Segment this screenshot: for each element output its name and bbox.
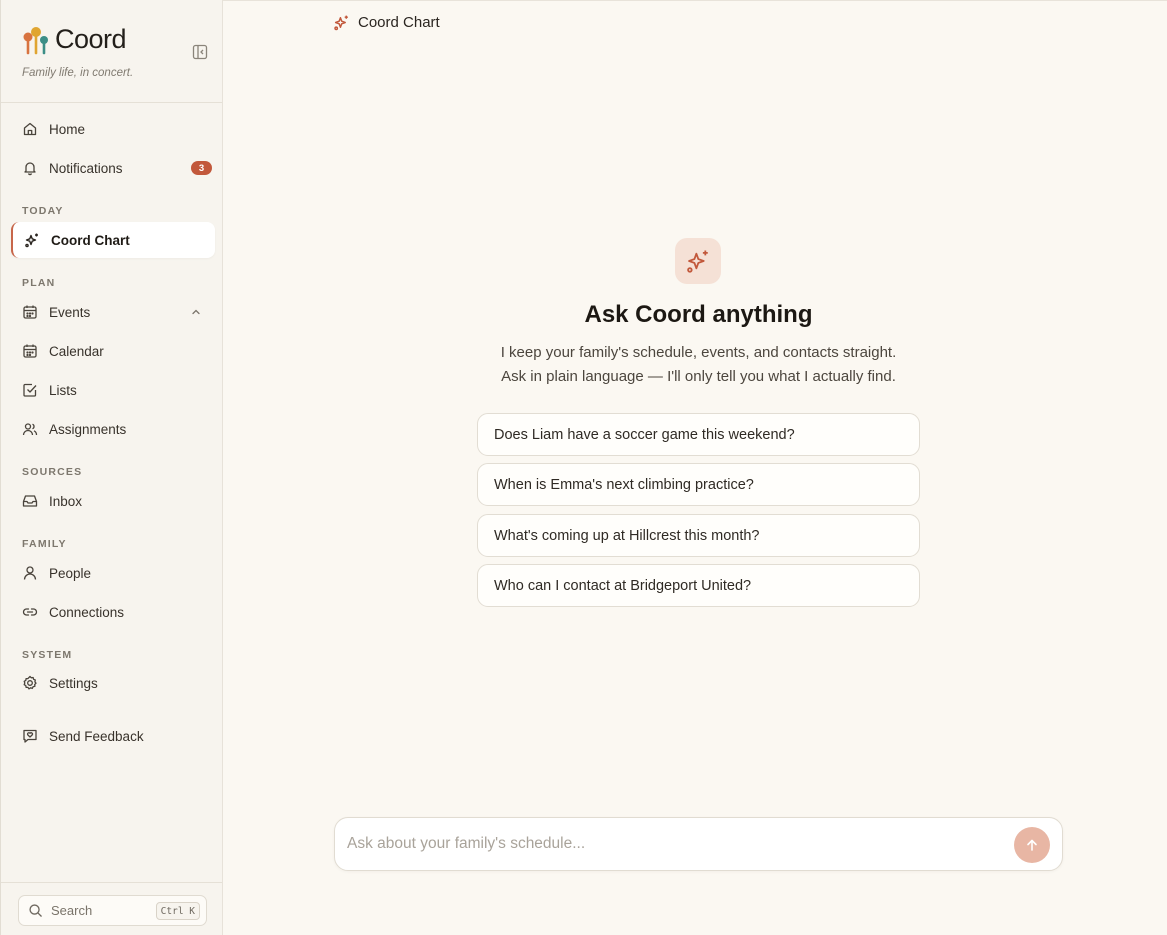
- search-icon: [29, 904, 42, 917]
- suggestion-button[interactable]: Does Liam have a soccer game this weeken…: [477, 413, 920, 456]
- app: Coord Family life, in concert. Home Home…: [0, 0, 1167, 935]
- sidebar-item-label: Lists: [49, 382, 77, 398]
- page-title: Coord Chart: [358, 14, 440, 31]
- sidebar-item-assignments[interactable]: Assignments: [11, 411, 215, 447]
- hero-subtitle-line-2: Ask in plain language — I'll only tell y…: [501, 368, 896, 385]
- section-label-family: FAMILY: [22, 538, 67, 550]
- send-button[interactable]: [1014, 827, 1050, 863]
- sparkles-icon: [687, 250, 708, 273]
- section-label-plan: PLAN: [22, 277, 56, 289]
- sidebar-item-label: Calendar: [49, 343, 104, 359]
- inbox-icon: [22, 495, 38, 507]
- suggestion-button[interactable]: When is Emma's next climbing practice?: [477, 463, 920, 506]
- chat-input[interactable]: [347, 818, 997, 870]
- sidebar-item-home[interactable]: Home: [11, 111, 215, 147]
- sparkles-icon: [25, 233, 38, 248]
- sidebar-item-notifications[interactable]: Home Notifications 3: [11, 150, 215, 186]
- link-icon: [22, 608, 38, 616]
- page-header: Coord Chart: [333, 14, 440, 31]
- sidebar-item-label: Notifications: [49, 160, 123, 176]
- home-icon: [23, 122, 37, 136]
- bell-icon: [24, 162, 36, 176]
- hero-subtitle-line-1: I keep your family's schedule, events, a…: [500, 344, 897, 361]
- sidebar-item-label: People: [49, 565, 92, 581]
- sidebar-item-label: Coord Chart: [51, 232, 130, 248]
- sidebar-item-label: Events: [49, 304, 91, 320]
- sidebar-item-people[interactable]: People: [11, 555, 215, 591]
- chevron-up-icon[interactable]: [189, 305, 203, 319]
- sidebar-item-settings[interactable]: Settings: [11, 665, 215, 701]
- checkbox-icon: [23, 383, 37, 397]
- sidebar-item-coord-chart[interactable]: Coord Chart: [11, 222, 215, 258]
- sidebar-item-events[interactable]: Events: [11, 294, 215, 330]
- sidebar-collapse-icon[interactable]: [192, 44, 208, 60]
- calendar-icon: [23, 305, 37, 319]
- search-shortcut: Ctrl K: [155, 902, 200, 920]
- suggestion-button[interactable]: What's coming up at Hillcrest this month…: [477, 514, 920, 557]
- user-icon: [23, 566, 37, 580]
- users-icon: [22, 423, 38, 436]
- calendar-icon: [23, 344, 37, 358]
- sidebar: Coord Family life, in concert. Home Home…: [0, 0, 223, 935]
- chat-composer: [334, 817, 1063, 871]
- gear-icon: [23, 675, 37, 690]
- send-feedback-button[interactable]: Send Feedback: [11, 718, 215, 754]
- sidebar-item-lists[interactable]: Lists: [11, 372, 215, 408]
- sidebar-bottom-divider: [1, 882, 222, 883]
- section-label-sources: SOURCES: [22, 466, 83, 478]
- sparkles-icon: [334, 15, 348, 31]
- brand: Coord Family life, in concert.: [21, 24, 133, 79]
- sidebar-item-label: Inbox: [49, 493, 83, 509]
- brand-tagline: Family life, in concert.: [22, 67, 134, 79]
- sidebar-search[interactable]: Search Ctrl K: [18, 895, 207, 926]
- coord-logo-icon: [23, 26, 48, 54]
- section-label-today: TODAY: [22, 205, 64, 217]
- sidebar-item-label: Send Feedback: [49, 728, 144, 744]
- search-label: Search: [51, 903, 93, 918]
- suggestion-button[interactable]: Who can I contact at Bridgeport United?: [477, 564, 920, 607]
- hero-title: Ask Coord anything: [584, 301, 813, 328]
- sidebar-item-calendar[interactable]: Calendar: [11, 333, 215, 369]
- hero-badge: [675, 238, 721, 284]
- sidebar-item-label: Home: [49, 121, 86, 137]
- sidebar-item-connections[interactable]: Connections: [11, 594, 215, 630]
- arrow-up-icon: [1027, 839, 1037, 851]
- sidebar-item-label: Connections: [49, 604, 125, 620]
- section-label-system: SYSTEM: [22, 649, 73, 661]
- sidebar-item-label: Settings: [49, 675, 98, 691]
- sidebar-item-inbox[interactable]: Inbox: [11, 483, 215, 519]
- feedback-icon: [23, 729, 37, 743]
- notification-badge: 3: [191, 161, 212, 175]
- sidebar-divider: [1, 102, 222, 103]
- sidebar-item-label: Assignments: [49, 421, 127, 437]
- brand-name: Coord: [55, 24, 127, 54]
- main-panel: Coord Chart Ask Coord anything I keep yo…: [223, 0, 1167, 935]
